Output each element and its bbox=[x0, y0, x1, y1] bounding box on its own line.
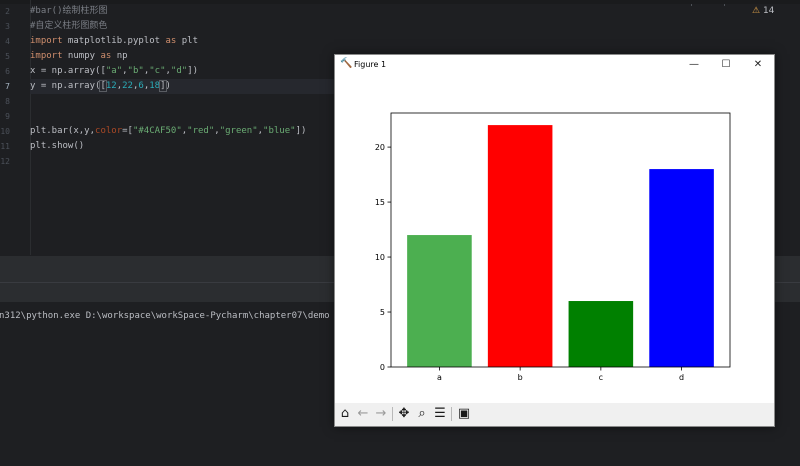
line-number: 3 bbox=[5, 22, 10, 31]
code-token: import bbox=[30, 51, 63, 61]
y-tick-label: 5 bbox=[380, 308, 385, 317]
code-line[interactable]: x = np.array(["a","b","c","d"]) bbox=[30, 64, 330, 79]
figure-title: Figure 1 bbox=[354, 60, 387, 69]
x-tick-label: a bbox=[437, 373, 442, 382]
scroll-marker bbox=[724, 4, 725, 6]
code-token: "#4CAF50" bbox=[132, 126, 182, 136]
y-tick-label: 10 bbox=[375, 253, 385, 262]
code-token: plt bbox=[176, 36, 198, 46]
code-token: ]) bbox=[295, 126, 307, 136]
navigation-toolbar: ⌂ ← → ✥ ⌕ ☰ ▣ bbox=[335, 403, 774, 426]
line-number: 11 bbox=[0, 142, 10, 151]
code-token: #bar()绘制柱形图 bbox=[30, 6, 108, 16]
x-tick-label: c bbox=[599, 373, 603, 382]
y-tick-label: 15 bbox=[375, 198, 385, 207]
save-icon[interactable]: ▣ bbox=[456, 406, 472, 422]
code-token: numpy bbox=[62, 51, 101, 61]
code-token: import bbox=[30, 36, 63, 46]
forward-icon[interactable]: → bbox=[373, 406, 389, 422]
back-icon[interactable]: ← bbox=[355, 406, 371, 422]
code-token: "blue" bbox=[263, 126, 296, 136]
figure-window[interactable]: 🔨 Figure 1 — ☐ ✕ a b c d 0 5 10 15 20 ⌂ ← → ✥ ⌕ ☰ ▣ bbox=[334, 54, 775, 427]
code-line[interactable]: #自定义柱形图颜色 bbox=[30, 19, 330, 34]
line-number: 9 bbox=[5, 112, 10, 121]
code-line[interactable]: y = np.array([12,22,6,18]) bbox=[30, 79, 340, 94]
close-button[interactable]: ✕ bbox=[743, 55, 773, 75]
minimize-button[interactable]: — bbox=[679, 55, 709, 75]
code-line[interactable] bbox=[30, 94, 330, 109]
line-number: 2 bbox=[5, 7, 10, 16]
code-token: "c" bbox=[149, 66, 166, 76]
bar-c bbox=[568, 301, 634, 367]
inspection-warnings[interactable]: ⚠ 14 bbox=[752, 6, 774, 16]
code-token: 12 bbox=[105, 81, 117, 91]
toolbar-separator bbox=[392, 407, 393, 421]
maximize-button[interactable]: ☐ bbox=[711, 55, 741, 75]
code-token: ]) bbox=[187, 66, 199, 76]
line-number-gutter: 2 3 4 5 6 7 8 9 10 11 12 bbox=[0, 0, 28, 255]
x-tick-label: b bbox=[518, 373, 523, 382]
line-number: 5 bbox=[5, 52, 10, 61]
bar-chart: a b c d 0 5 10 15 20 bbox=[375, 112, 731, 382]
line-number: 6 bbox=[5, 67, 10, 76]
code-token: #自定义柱形图颜色 bbox=[30, 21, 108, 31]
warning-count: 14 bbox=[762, 6, 775, 16]
line-number: 10 bbox=[0, 127, 10, 136]
code-token: =[ bbox=[122, 126, 133, 136]
code-token: color bbox=[95, 126, 123, 136]
code-token: y = np.array( bbox=[30, 81, 101, 91]
code-token: "a" bbox=[105, 66, 123, 76]
code-token: as bbox=[165, 36, 177, 46]
code-line[interactable]: import matplotlib.pyplot as plt bbox=[30, 34, 330, 49]
toolbar-separator bbox=[451, 407, 452, 421]
code-token: "b" bbox=[127, 66, 144, 76]
code-line[interactable]: plt.bar(x,y,color=["#4CAF50","red","gree… bbox=[30, 124, 330, 139]
code-token: "d" bbox=[170, 66, 188, 76]
warning-icon: ⚠ bbox=[752, 6, 761, 16]
code-token: 22 bbox=[122, 81, 133, 91]
bar-b bbox=[487, 125, 553, 367]
code-line[interactable] bbox=[30, 154, 330, 169]
x-tick-label: d bbox=[679, 373, 684, 382]
figure-titlebar[interactable]: 🔨 Figure 1 — ☐ ✕ bbox=[335, 55, 774, 75]
code-token: "green" bbox=[219, 126, 258, 136]
code-line[interactable] bbox=[30, 109, 330, 124]
code-token: "red" bbox=[187, 126, 215, 136]
code-token: matplotlib.pyplot bbox=[62, 36, 166, 46]
code-line[interactable]: import numpy as np bbox=[30, 49, 330, 64]
code-token: as bbox=[100, 51, 112, 61]
code-line[interactable]: #bar()绘制柱形图 bbox=[30, 4, 330, 19]
code-token: ) bbox=[165, 81, 171, 91]
console-command-line: n312\python.exe D:\workspace\workSpace-P… bbox=[0, 311, 330, 321]
scroll-marker bbox=[691, 4, 692, 6]
zoom-icon[interactable]: ⌕ bbox=[414, 406, 430, 422]
bar-a bbox=[407, 235, 472, 367]
line-number: 4 bbox=[5, 37, 10, 46]
code-token: 18 bbox=[149, 81, 161, 91]
code-token: plt.bar(x,y, bbox=[30, 126, 96, 136]
line-number: 12 bbox=[0, 157, 10, 166]
code-line[interactable]: plt.show() bbox=[30, 139, 330, 154]
configure-subplots-icon[interactable]: ☰ bbox=[432, 406, 448, 422]
pan-icon[interactable]: ✥ bbox=[396, 406, 412, 422]
code-token: x = np.array([ bbox=[30, 66, 106, 76]
y-tick-label: 0 bbox=[380, 363, 385, 372]
line-number: 8 bbox=[5, 97, 10, 106]
line-number: 7 bbox=[5, 82, 10, 91]
y-tick-label: 20 bbox=[375, 143, 385, 152]
home-icon[interactable]: ⌂ bbox=[337, 406, 353, 422]
code-token: np bbox=[111, 51, 128, 61]
figure-canvas[interactable]: a b c d 0 5 10 15 20 bbox=[335, 75, 774, 403]
bar-d bbox=[649, 169, 714, 367]
matplotlib-logo-icon: 🔨 bbox=[340, 58, 353, 69]
code-token: plt.show() bbox=[30, 141, 85, 151]
